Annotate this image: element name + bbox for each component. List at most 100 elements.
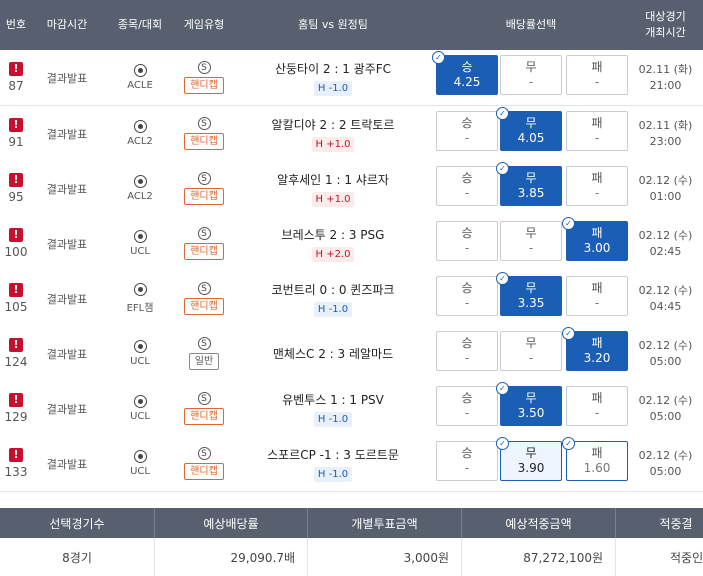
- game-type-badge: 핸디캡: [184, 408, 224, 425]
- check-icon: ✓: [562, 437, 575, 450]
- match-teams: 맨체스C 2 : 3 레알마드: [272, 347, 394, 361]
- s-circle-icon: S: [197, 392, 211, 405]
- summary-col-payout: 예상적중금액: [462, 508, 616, 538]
- odds-value: 3.35: [517, 296, 545, 310]
- odds-option-draw[interactable]: ✓ 무 3.50: [496, 382, 562, 426]
- soccer-ball-icon: [133, 64, 147, 77]
- row-number-cell: ! 95: [0, 161, 32, 216]
- summary-payout: 87,272,100원: [462, 538, 616, 576]
- s-circle-icon: S: [197, 227, 211, 240]
- odds-option-draw[interactable]: 무-: [500, 221, 562, 261]
- warning-icon: !: [9, 118, 23, 132]
- odds-option-lose[interactable]: 패-: [566, 55, 628, 95]
- table-row: ! 133 결과발표 UCL S 핸디캡 스포르CP -1 : 3 도르트문 H -1.0 승 -…: [0, 436, 703, 492]
- odds-option-lose[interactable]: ✓ 패 3.00: [562, 217, 628, 261]
- handicap-badge: H -1.0: [313, 411, 353, 427]
- row-match: 알후세인 1 : 1 샤르자 H +1.0: [238, 161, 428, 216]
- match-teams: 코번트리 0 : 0 퀸즈파크: [271, 282, 395, 297]
- odds-option-draw[interactable]: ✓ 무 3.85: [496, 162, 562, 206]
- match-time: 05:00: [649, 464, 682, 478]
- row-sport: UCL: [110, 216, 170, 271]
- odds-label: 무: [525, 336, 537, 350]
- row-match: 브레스투 2 : 3 PSG H +2.0: [238, 216, 428, 271]
- row-number-cell: ! 100: [0, 216, 32, 271]
- row-number: 95: [8, 190, 24, 204]
- game-type-badge: 핸디캡: [184, 243, 224, 260]
- soccer-ball-icon: [133, 395, 147, 408]
- row-sport: ACL2: [110, 161, 170, 216]
- row-match: 코번트리 0 : 0 퀸즈파크 H -1.0: [238, 271, 428, 326]
- odds-value: -: [594, 131, 600, 145]
- match-time: 23:00: [649, 134, 682, 148]
- row-datetime: 02.12 (수) 02:45: [628, 216, 703, 271]
- soccer-ball-icon: [133, 175, 147, 188]
- col-date: 대상경기 개최시간: [628, 0, 703, 50]
- match-date: 02.11 (화): [638, 118, 693, 132]
- odds-value: 4.05: [517, 131, 545, 145]
- odds-option-draw[interactable]: 무-: [500, 55, 562, 95]
- match-date: 02.12 (수): [638, 338, 693, 352]
- row-number-cell: ! 133: [0, 436, 32, 491]
- odds-option-win[interactable]: 승-: [436, 276, 498, 316]
- table-row: ! 124 결과발표 UCL S 일반 맨체스C 2 : 3 레알마드 승 - 무 - ✓ 패 3.20 0…: [0, 326, 703, 382]
- odds-option-win[interactable]: 승-: [436, 331, 498, 371]
- row-number: 100: [4, 245, 28, 259]
- odds-option-win[interactable]: ✓ 승 4.25: [432, 51, 498, 95]
- odds-option-lose[interactable]: ✓ 패 1.60: [562, 437, 628, 481]
- row-sport: EFL챔: [110, 271, 170, 326]
- row-status: 결과발표: [46, 71, 88, 85]
- warning-icon: !: [9, 283, 23, 297]
- soccer-ball-icon: [133, 120, 147, 133]
- warning-icon: !: [9, 62, 23, 76]
- odds-option-win[interactable]: 승-: [436, 166, 498, 206]
- odds-label: 승: [461, 116, 473, 130]
- match-date: 02.11 (화): [638, 62, 693, 76]
- row-game-type: S 일반: [170, 326, 238, 381]
- match-time: 21:00: [649, 78, 682, 92]
- odds-option-lose[interactable]: ✓ 패 3.20: [562, 327, 628, 371]
- row-sport: ACL2: [110, 106, 170, 161]
- odds-label: 패: [591, 391, 603, 405]
- table-row: ! 87 결과발표 ACLE S 핸디캡 산둥타이 2 : 1 광주FC H -1.0 ✓ 승 4.…: [0, 50, 703, 106]
- odds-option-draw[interactable]: 무-: [500, 331, 562, 371]
- summary-games: 8경기: [0, 538, 155, 576]
- odds-option-lose[interactable]: 패-: [566, 111, 628, 151]
- odds-value: -: [594, 75, 600, 89]
- odds-value: 1.60: [583, 461, 611, 475]
- row-match: 스포르CP -1 : 3 도르트문 H -1.0: [238, 436, 428, 491]
- odds-option-draw[interactable]: ✓ 무 4.05: [496, 107, 562, 151]
- row-status: 결과발표: [46, 237, 88, 251]
- odds-value: -: [528, 241, 534, 255]
- handicap-badge: H -1.0: [313, 80, 353, 96]
- warning-icon: !: [9, 448, 23, 462]
- odds-option-lose[interactable]: 패-: [566, 276, 628, 316]
- table-header: 번호 마감시간 종목/대회 게임유형 홈팀 vs 원정팀 배당률선택 대상경기 …: [0, 0, 703, 50]
- odds-option-win[interactable]: 승-: [436, 441, 498, 481]
- odds-label: 무: [525, 171, 537, 185]
- odds-option-win[interactable]: 승-: [436, 111, 498, 151]
- odds-label: 패: [591, 226, 603, 240]
- table-row: ! 105 결과발표 EFL챔 S 핸디캡 코번트리 0 : 0 퀸즈파크 H -1.0 승 - ✓…: [0, 271, 703, 327]
- odds-option-lose[interactable]: 패-: [566, 166, 628, 206]
- match-teams: 스포르CP -1 : 3 도르트문: [267, 447, 399, 462]
- handicap-badge: H -1.0: [313, 301, 353, 317]
- col-odds: 배당률선택: [505, 18, 557, 31]
- odds-label: 패: [591, 446, 603, 460]
- game-type-badge: 핸디캡: [184, 77, 224, 94]
- odds-option-draw[interactable]: ✓ 무 3.90: [496, 437, 562, 481]
- row-datetime: 02.11 (화) 21:00: [628, 50, 703, 105]
- row-number: 87: [8, 79, 24, 93]
- row-status: 결과발표: [46, 347, 88, 361]
- odds-option-lose[interactable]: 패-: [566, 386, 628, 426]
- s-circle-icon: S: [197, 172, 211, 185]
- game-type-badge: 핸디캡: [184, 463, 224, 480]
- odds-label: 승: [461, 446, 473, 460]
- odds-label: 승: [461, 226, 473, 240]
- row-game-type: S 핸디캡: [170, 50, 238, 105]
- check-icon: ✓: [562, 327, 575, 340]
- odds-option-win[interactable]: 승-: [436, 221, 498, 261]
- odds-option-draw[interactable]: ✓ 무 3.35: [496, 272, 562, 316]
- odds-option-win[interactable]: 승-: [436, 386, 498, 426]
- odds-label: 승: [461, 60, 473, 74]
- odds-label: 패: [591, 171, 603, 185]
